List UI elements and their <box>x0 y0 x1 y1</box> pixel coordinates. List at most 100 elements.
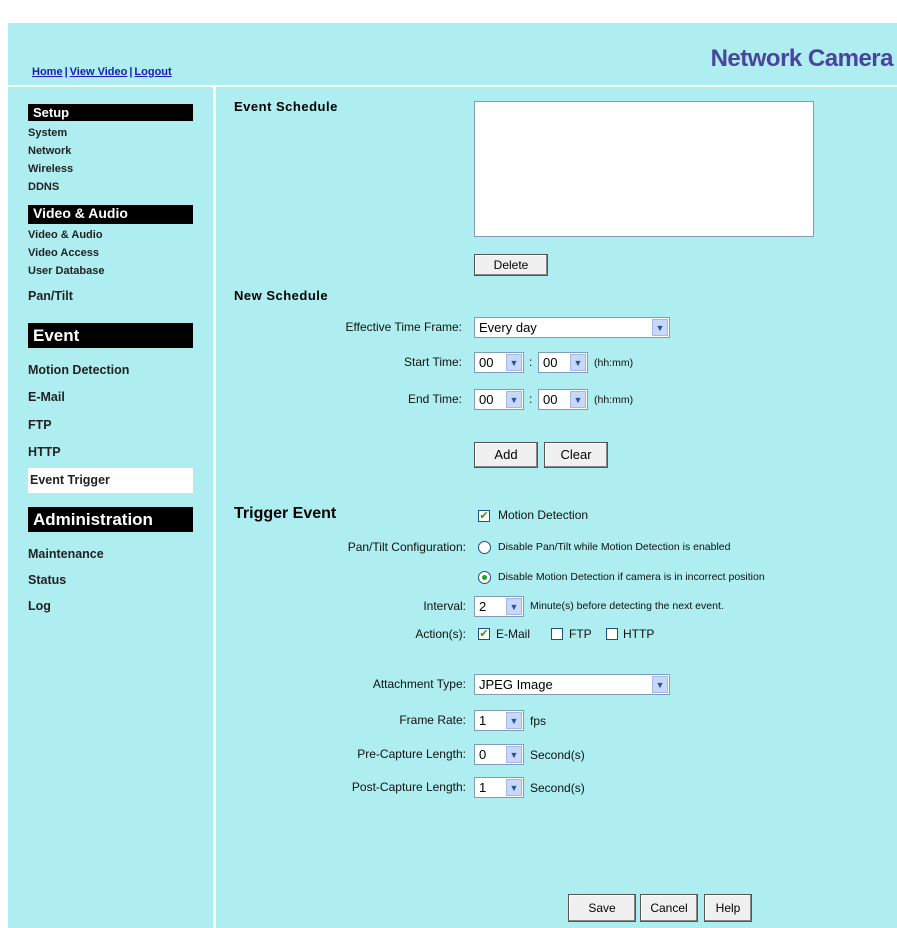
sidebar-item-video-access[interactable]: Video Access <box>28 247 99 259</box>
video-audio-heading: Video & Audio <box>28 205 193 224</box>
help-button[interactable]: Help <box>704 894 752 922</box>
attachment-type-select[interactable]: JPEG Image ▼ <box>474 674 670 695</box>
time-frame-label: Effective Time Frame: <box>345 320 462 334</box>
frame-rate-value: 1 <box>479 713 487 728</box>
delete-button[interactable]: Delete <box>474 254 548 276</box>
sidebar-item-status[interactable]: Status <box>28 573 66 587</box>
chevron-down-icon: ▼ <box>506 779 522 796</box>
colon: : <box>529 392 533 406</box>
time-frame-value: Every day <box>479 320 537 335</box>
http-checkbox[interactable] <box>606 628 618 640</box>
pan-tilt-config-label: Pan/Tilt Configuration: <box>347 540 466 554</box>
end-minute-value: 00 <box>543 392 558 407</box>
radio-selected-dot <box>482 575 487 580</box>
event-schedule-title: Event Schedule <box>234 99 338 114</box>
actions-label: Action(s): <box>415 627 466 641</box>
attachment-type-label: Attachment Type: <box>372 677 466 691</box>
event-schedule-list[interactable] <box>474 101 814 237</box>
sidebar-item-video-audio[interactable]: Video & Audio <box>28 229 103 241</box>
cancel-button[interactable]: Cancel <box>640 894 698 922</box>
motion-detection-checkbox[interactable]: ✔ <box>478 510 490 522</box>
time-unit: (hh:mm) <box>594 357 634 369</box>
sidebar: Setup System Network Wireless DDNS Video… <box>8 87 216 928</box>
sidebar-item-ftp[interactable]: FTP <box>28 418 52 432</box>
chevron-down-icon: ▼ <box>652 319 668 336</box>
view-video-link[interactable]: View Video <box>70 66 128 78</box>
fps-unit: fps <box>530 714 547 728</box>
main-panel: Event Schedule Delete New Schedule Effec… <box>216 87 897 928</box>
pre-capture-value: 0 <box>479 747 487 762</box>
sidebar-item-log[interactable]: Log <box>28 599 51 613</box>
top-bar: Home | View Video | Logout Network Camera <box>8 23 897 87</box>
radio-disable-pan-tilt[interactable] <box>478 541 491 554</box>
home-link[interactable]: Home <box>32 66 63 78</box>
sidebar-item-event-trigger[interactable]: Event Trigger <box>28 468 193 493</box>
sidebar-item-ddns[interactable]: DDNS <box>28 181 59 193</box>
post-capture-select[interactable]: 1 ▼ <box>474 777 524 798</box>
chevron-down-icon: ▼ <box>506 354 522 371</box>
end-minute-select[interactable]: 00 ▼ <box>538 389 588 410</box>
colon: : <box>529 355 533 369</box>
sidebar-item-email[interactable]: E-Mail <box>28 390 65 404</box>
sidebar-item-motion-detection[interactable]: Motion Detection <box>28 363 129 377</box>
http-label: HTTP <box>623 627 655 641</box>
administration-heading: Administration <box>28 507 193 532</box>
radio-disable-pan-tilt-label: Disable Pan/Tilt while Motion Detection … <box>498 541 731 553</box>
chevron-down-icon: ▼ <box>570 354 586 371</box>
motion-detection-label: Motion Detection <box>498 508 589 522</box>
end-time-label: End Time: <box>407 392 462 406</box>
trigger-event-title: Trigger Event <box>234 505 337 522</box>
interval-label: Interval: <box>423 599 466 613</box>
end-hour-select[interactable]: 00 ▼ <box>474 389 524 410</box>
ftp-checkbox[interactable] <box>551 628 563 640</box>
email-checkbox[interactable]: ✔ <box>478 628 490 640</box>
time-frame-select[interactable]: Every day ▼ <box>474 317 670 338</box>
chevron-down-icon: ▼ <box>506 712 522 729</box>
sidebar-item-wireless[interactable]: Wireless <box>28 163 73 175</box>
clear-button[interactable]: Clear <box>544 442 608 468</box>
attachment-type-value: JPEG Image <box>479 677 553 692</box>
post-capture-value: 1 <box>479 780 487 795</box>
chevron-down-icon: ▼ <box>506 598 522 615</box>
start-minute-select[interactable]: 00 ▼ <box>538 352 588 373</box>
start-time-label: Start Time: <box>403 355 462 369</box>
save-button[interactable]: Save <box>568 894 636 922</box>
add-button[interactable]: Add <box>474 442 538 468</box>
chevron-down-icon: ▼ <box>506 746 522 763</box>
sidebar-item-http[interactable]: HTTP <box>28 445 61 459</box>
time-unit: (hh:mm) <box>594 394 634 406</box>
email-label: E-Mail <box>496 627 531 641</box>
post-capture-unit: Second(s) <box>530 781 585 795</box>
start-minute-value: 00 <box>543 355 558 370</box>
top-nav: Home | View Video | Logout <box>32 66 172 78</box>
chevron-down-icon: ▼ <box>570 391 586 408</box>
chevron-down-icon: ▼ <box>652 676 668 693</box>
sidebar-item-user-database[interactable]: User Database <box>28 265 104 277</box>
sidebar-item-network[interactable]: Network <box>28 145 71 157</box>
post-capture-label: Post-Capture Length: <box>351 780 466 794</box>
event-heading: Event <box>28 323 193 348</box>
chevron-down-icon: ▼ <box>506 391 522 408</box>
frame-rate-select[interactable]: 1 ▼ <box>474 710 524 731</box>
start-hour-select[interactable]: 00 ▼ <box>474 352 524 373</box>
sidebar-item-maintenance[interactable]: Maintenance <box>28 547 104 561</box>
new-schedule-title: New Schedule <box>234 288 329 303</box>
radio-disable-motion-detection[interactable] <box>478 571 491 584</box>
interval-select[interactable]: 2 ▼ <box>474 596 524 617</box>
pre-capture-select[interactable]: 0 ▼ <box>474 744 524 765</box>
page-frame: Home | View Video | Logout Network Camera Se… <box>8 23 897 928</box>
logout-link[interactable]: Logout <box>134 66 171 78</box>
start-hour-value: 00 <box>479 355 494 370</box>
brand-title: Network Camera <box>710 45 894 72</box>
ftp-label: FTP <box>569 627 592 641</box>
radio-disable-motion-detection-label: Disable Motion Detection if camera is in… <box>498 571 765 583</box>
pre-capture-label: Pre-Capture Length: <box>357 747 466 761</box>
interval-value: 2 <box>479 599 487 614</box>
end-hour-value: 00 <box>479 392 494 407</box>
setup-heading: Setup <box>28 104 193 121</box>
sidebar-item-system[interactable]: System <box>28 127 67 139</box>
interval-text: Minute(s) before detecting the next even… <box>530 600 724 612</box>
sidebar-item-pan-tilt[interactable]: Pan/Tilt <box>28 289 73 303</box>
frame-rate-label: Frame Rate: <box>399 713 466 727</box>
pre-capture-unit: Second(s) <box>530 748 585 762</box>
